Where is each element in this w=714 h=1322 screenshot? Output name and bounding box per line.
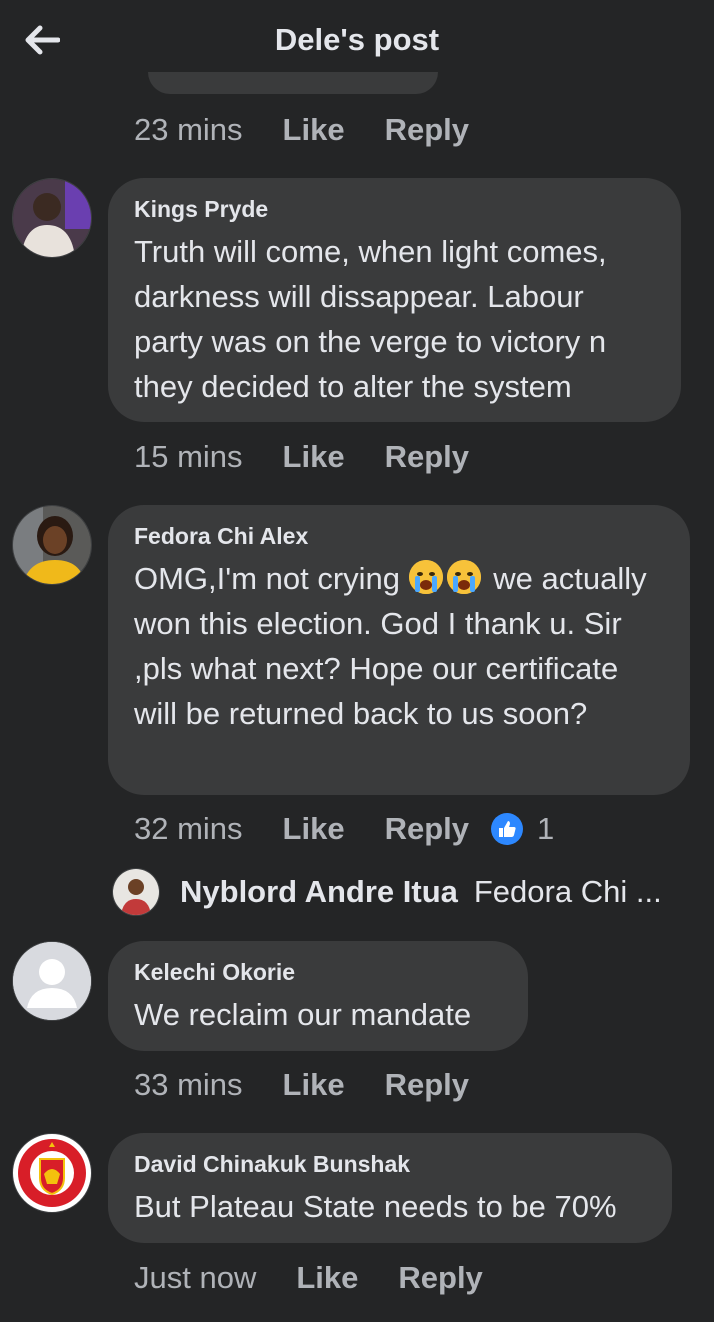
like-button[interactable]: Like bbox=[283, 112, 345, 148]
comment-text-part: OMG,I'm not crying bbox=[134, 561, 409, 596]
reaction-count[interactable]: 1 bbox=[537, 811, 554, 847]
comment-timestamp: Just now bbox=[134, 1260, 257, 1295]
reply-text: Fedora Chi ... bbox=[473, 874, 662, 909]
thumbs-up-icon[interactable] bbox=[491, 813, 523, 845]
comment-actions: 23 mins Like Reply bbox=[134, 112, 491, 148]
manchester-united-crest-icon bbox=[14, 1135, 90, 1211]
avatar[interactable] bbox=[12, 1133, 92, 1213]
profile-photo bbox=[13, 506, 91, 584]
comment-author[interactable]: Kelechi Okorie bbox=[134, 959, 502, 986]
comment-bubble: David Chinakuk Bunshak But Plateau State… bbox=[108, 1133, 672, 1243]
comment-author[interactable]: Kings Pryde bbox=[134, 196, 655, 223]
reply-button[interactable]: Reply bbox=[385, 439, 469, 475]
comment-actions: 32 mins Like Reply 1 bbox=[134, 811, 554, 847]
comment-bubble: Fedora Chi Alex OMG,I'm not crying we ac… bbox=[108, 505, 690, 795]
comment-bubble: Kings Pryde Truth will come, when light … bbox=[108, 178, 681, 422]
crying-face-icon bbox=[446, 560, 481, 594]
like-button[interactable]: Like bbox=[283, 1067, 345, 1103]
crying-face-icon bbox=[408, 560, 443, 594]
reply-button[interactable]: Reply bbox=[385, 112, 469, 148]
reply-author[interactable]: Nyblord Andre Itua bbox=[180, 874, 458, 910]
reply-button[interactable]: Reply bbox=[398, 1260, 482, 1296]
comment-timestamp: 32 mins bbox=[134, 811, 243, 846]
comment-bubble: Kelechi Okorie We reclaim our mandate bbox=[108, 941, 528, 1051]
page-title: Dele's post bbox=[274, 22, 440, 57]
comment-actions: 15 mins Like Reply bbox=[134, 439, 491, 475]
previous-comment-bubble bbox=[148, 72, 438, 94]
avatar bbox=[112, 868, 160, 916]
header-bar: Dele's post bbox=[0, 0, 714, 82]
comment-actions: 33 mins Like Reply bbox=[134, 1067, 491, 1103]
comment-actions: Just now Like Reply bbox=[134, 1260, 505, 1296]
reply-button[interactable]: Reply bbox=[385, 811, 469, 847]
like-button[interactable]: Like bbox=[283, 439, 345, 475]
comment-text: Truth will come, when light comes, darkn… bbox=[134, 234, 607, 404]
avatar[interactable] bbox=[12, 941, 92, 1021]
comment-timestamp: 33 mins bbox=[134, 1067, 243, 1102]
comment-text: But Plateau State needs to be 70% bbox=[134, 1189, 617, 1224]
avatar[interactable] bbox=[12, 505, 92, 585]
comment-timestamp: 23 mins bbox=[134, 112, 243, 147]
comment-timestamp: 15 mins bbox=[134, 439, 243, 474]
profile-photo bbox=[13, 179, 91, 257]
like-button[interactable]: Like bbox=[283, 811, 345, 847]
like-button[interactable]: Like bbox=[296, 1260, 358, 1296]
default-avatar-icon bbox=[13, 942, 91, 1020]
comment-text: We reclaim our mandate bbox=[134, 997, 472, 1032]
reply-preview[interactable]: Nyblord Andre Itua Fedora Chi ... bbox=[112, 868, 662, 916]
comment-author[interactable]: David Chinakuk Bunshak bbox=[134, 1151, 646, 1178]
comment-text: OMG,I'm not crying we actually won this … bbox=[134, 556, 664, 736]
reply-button[interactable]: Reply bbox=[385, 1067, 469, 1103]
comment-author[interactable]: Fedora Chi Alex bbox=[134, 523, 664, 550]
avatar[interactable] bbox=[12, 178, 92, 258]
